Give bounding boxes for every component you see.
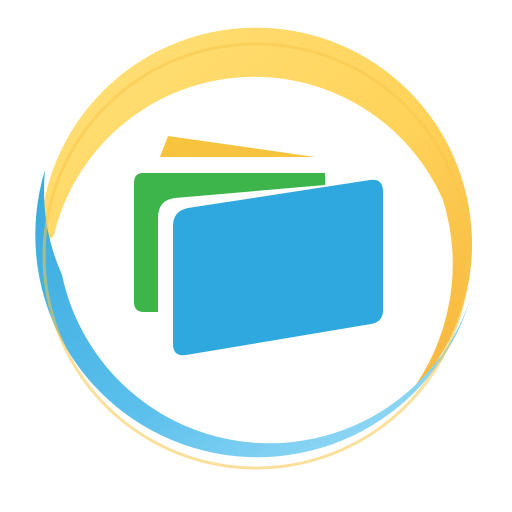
card-front-blue: [173, 179, 383, 356]
card-back-yellow: [160, 136, 315, 157]
app-icon-canvas: [0, 0, 512, 512]
stacked-cards-app-icon: [35, 27, 473, 470]
